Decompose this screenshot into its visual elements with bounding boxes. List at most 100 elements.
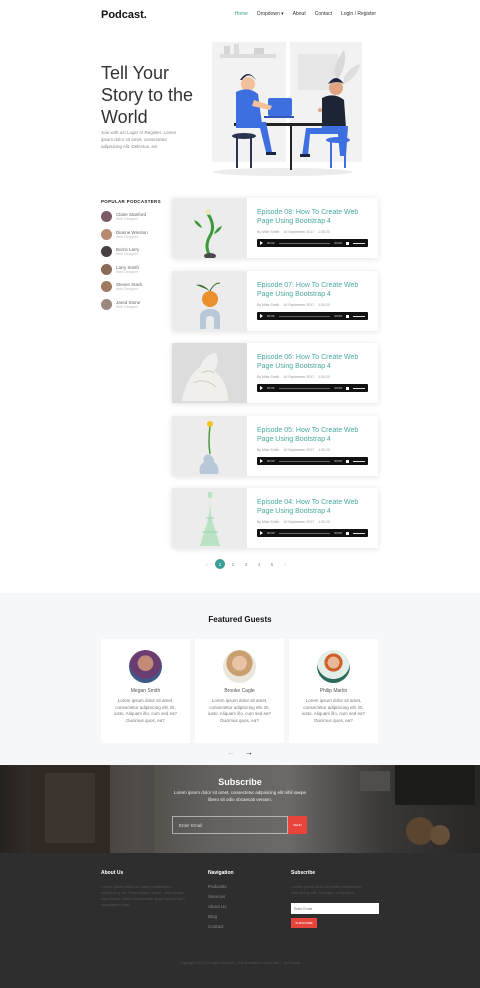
episode-author: By Mike Smith (257, 520, 280, 524)
footer-about-title: About Us (101, 870, 124, 876)
footer-subscribe-button[interactable]: SUBSCRIBE (291, 918, 317, 928)
podcaster-avatar (101, 228, 112, 240)
episode-title[interactable]: Episode 06: How To Create Web Page Using… (257, 354, 368, 371)
footer-email-input[interactable] (291, 903, 379, 914)
guest-card: Philip Martin Lorem ipsum dolor sit amet… (289, 639, 378, 743)
volume-slider[interactable] (353, 460, 365, 462)
pagination-page[interactable]: 2 (228, 559, 238, 569)
episode-thumbnail[interactable] (172, 198, 247, 258)
footer-subscribe-title: Subscribe (291, 870, 316, 876)
episode-date: 16 September 2017 (283, 520, 315, 524)
episode-date: 16 September 2017 (283, 230, 315, 234)
pagination-page[interactable]: 5 (267, 559, 277, 569)
volume-slider[interactable] (353, 387, 365, 389)
featured-guests-title: Featured Guests (208, 615, 272, 624)
episode-card: Episode 08: How To Create Web Page Using… (172, 198, 378, 258)
episode-duration: 1:30:20 (318, 375, 330, 379)
pagination-page[interactable]: 1 (215, 559, 225, 569)
guest-avatar (129, 650, 162, 683)
guest-slider-arrows: ← → (0, 748, 480, 757)
guest-avatar (317, 650, 350, 683)
hero-illustration (212, 42, 362, 176)
episode-card: Episode 05: How To Create Web Page Using… (172, 416, 378, 476)
progress-track[interactable] (278, 460, 331, 462)
podcaster-item[interactable]: Larry Smith Web Designer (101, 261, 161, 279)
volume-icon[interactable] (346, 531, 349, 535)
episode-thumbnail[interactable] (172, 343, 247, 403)
episode-thumbnail[interactable] (172, 416, 247, 476)
podcaster-item[interactable]: Claire Stanford Web Designer (101, 208, 161, 226)
progress-track[interactable] (278, 387, 331, 389)
pagination-prev[interactable]: ‹ (202, 559, 212, 569)
volume-icon[interactable] (346, 459, 349, 463)
podcaster-role: Web Designer (116, 234, 139, 239)
play-icon[interactable] (260, 241, 263, 245)
pagination-next[interactable]: › (280, 559, 290, 569)
nav-dropdown[interactable]: Dropdown ▾ (257, 11, 284, 17)
episode-date: 16 September 2017 (283, 303, 315, 307)
site-logo[interactable]: Podcast. (101, 9, 147, 21)
podcaster-avatar (101, 211, 112, 223)
volume-slider[interactable] (353, 532, 365, 534)
podcaster-role: Web Designer (116, 252, 139, 257)
podcaster-item[interactable]: Dianne Winston Web Designer (101, 226, 161, 244)
total-time: 00:00 (334, 241, 342, 245)
podcaster-item[interactable]: Jared Stone Web Designer (101, 296, 161, 314)
nav-about[interactable]: About (293, 11, 306, 17)
pagination-page[interactable]: 4 (254, 559, 264, 569)
arrow-right-icon[interactable]: → (245, 748, 253, 757)
episode-title[interactable]: Episode 04: How To Create Web Page Using… (257, 499, 368, 516)
play-icon[interactable] (260, 314, 263, 318)
subscribe-send-button[interactable]: SEND (288, 816, 307, 834)
guest-avatar (223, 650, 256, 683)
podcaster-item[interactable]: Borris Larry Web Designer (101, 243, 161, 261)
progress-track[interactable] (278, 532, 331, 534)
arrow-left-icon[interactable]: ← (227, 748, 235, 757)
flower-vase-image (172, 416, 247, 476)
current-time: 00:00 (267, 314, 275, 318)
volume-icon[interactable] (346, 314, 349, 318)
play-icon[interactable] (260, 531, 263, 535)
volume-slider[interactable] (353, 242, 365, 244)
audio-player: 00:00 00:00 (257, 312, 368, 320)
episode-duration: 1:30:20 (318, 520, 330, 524)
footer-link-services[interactable]: Services (208, 892, 227, 902)
episode-duration: 1:30:20 (318, 448, 330, 452)
episode-thumbnail[interactable] (172, 488, 247, 548)
episode-card: Episode 06: How To Create Web Page Using… (172, 343, 378, 403)
guest-card: Megan Smith Lorem ipsum dolor sit amet, … (101, 639, 190, 743)
podcaster-item[interactable]: Steven Stack Web Designer (101, 278, 161, 296)
episode-title[interactable]: Episode 05: How To Create Web Page Using… (257, 427, 368, 444)
podcaster-avatar (101, 298, 112, 310)
episode-thumbnail[interactable] (172, 271, 247, 331)
progress-track[interactable] (278, 242, 331, 244)
guest-bio: Lorem ipsum dolor sit amet, consectetur … (301, 698, 366, 723)
episode-duration: 1:30:20 (318, 303, 330, 307)
play-icon[interactable] (260, 459, 263, 463)
nav-login-register[interactable]: Login / Register (341, 11, 376, 17)
subscribe-email-input[interactable] (172, 816, 288, 834)
progress-track[interactable] (278, 315, 331, 317)
pagination-page[interactable]: 3 (241, 559, 251, 569)
podcaster-avatar (101, 281, 112, 293)
volume-slider[interactable] (353, 315, 365, 317)
footer-link-podcasts[interactable]: Podcasts (208, 882, 227, 892)
guest-card: Brooke Cagle Lorem ipsum dolor sit amet,… (195, 639, 284, 743)
footer-link-contact[interactable]: Contact (208, 922, 227, 932)
play-icon[interactable] (260, 386, 263, 390)
total-time: 00:00 (334, 531, 342, 535)
copyright-text: Copyright ©2022 All rights reserved | Th… (179, 961, 301, 965)
episode-card: Episode 07: How To Create Web Page Using… (172, 271, 378, 331)
volume-icon[interactable] (346, 241, 349, 245)
audio-player: 00:00 00:00 (257, 239, 368, 247)
current-time: 00:00 (267, 241, 275, 245)
volume-icon[interactable] (346, 386, 349, 390)
footer-link-about[interactable]: About Us (208, 902, 227, 912)
nav-contact[interactable]: Contact (315, 11, 332, 17)
nav-home[interactable]: Home (235, 11, 248, 17)
episode-title[interactable]: Episode 07: How To Create Web Page Using… (257, 282, 368, 299)
episode-title[interactable]: Episode 08: How To Create Web Page Using… (257, 209, 368, 226)
podcaster-role: Web Designer (116, 269, 139, 274)
footer-link-blog[interactable]: Blog (208, 912, 227, 922)
guest-bio: Lorem ipsum dolor sit amet, consectetur … (113, 698, 178, 723)
